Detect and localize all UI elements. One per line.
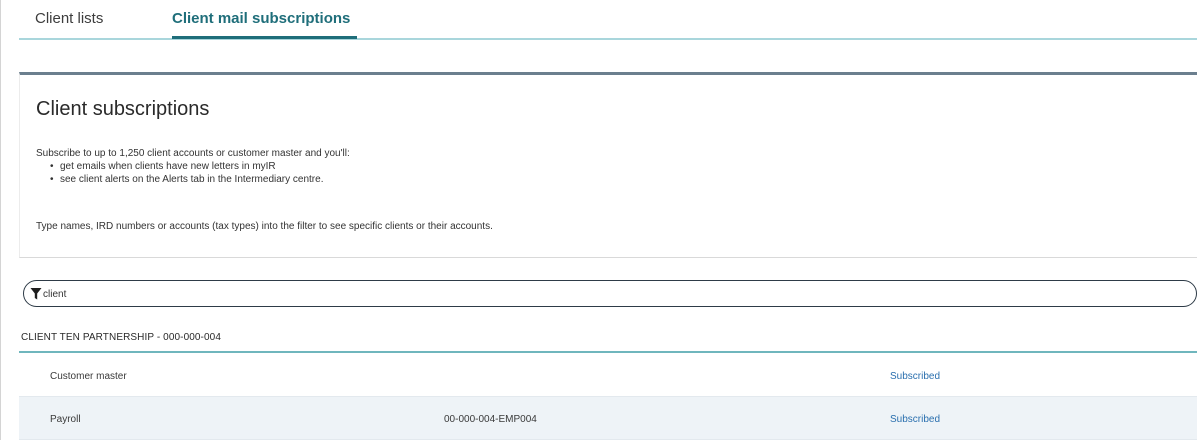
panel-title: Client subscriptions xyxy=(36,98,210,120)
client-filter[interactable] xyxy=(23,280,1197,307)
client-group-header: CLIENT TEN PARTNERSHIP - 000-000-004 xyxy=(19,326,1197,353)
tab-bar: Client lists Client mail subscriptions xyxy=(19,0,1197,40)
panel-intro: Subscribe to up to 1,250 client accounts… xyxy=(36,148,350,159)
client-name: CLIENT TEN PARTNERSHIP - 000-000-004 xyxy=(21,332,221,343)
account-number: 00-000-004-EMP004 xyxy=(444,414,537,425)
filter-icon xyxy=(30,288,42,300)
account-row: Payroll 00-000-004-EMP004 Subscribed xyxy=(19,397,1197,440)
account-row: Customer master Subscribed xyxy=(19,354,1197,397)
page: Client lists Client mail subscriptions C… xyxy=(0,0,1197,440)
benefits-list: get emails when clients have new letters… xyxy=(50,160,323,186)
filter-input[interactable] xyxy=(43,285,1183,303)
subscriptions-info-panel: Client subscriptions Subscribe to up to … xyxy=(19,72,1197,258)
account-name: Payroll xyxy=(50,414,81,425)
benefit-item: see client alerts on the Alerts tab in t… xyxy=(50,173,323,186)
account-name: Customer master xyxy=(50,371,127,382)
subscription-status-link[interactable]: Subscribed xyxy=(890,371,940,382)
subscription-status-link[interactable]: Subscribed xyxy=(890,414,940,425)
tab-client-mail-subscriptions[interactable]: Client mail subscriptions xyxy=(172,10,350,27)
tab-client-lists[interactable]: Client lists xyxy=(35,10,103,27)
benefit-item: get emails when clients have new letters… xyxy=(50,160,323,173)
active-tab-indicator xyxy=(172,36,357,39)
filter-hint: Type names, IRD numbers or accounts (tax… xyxy=(36,221,493,232)
